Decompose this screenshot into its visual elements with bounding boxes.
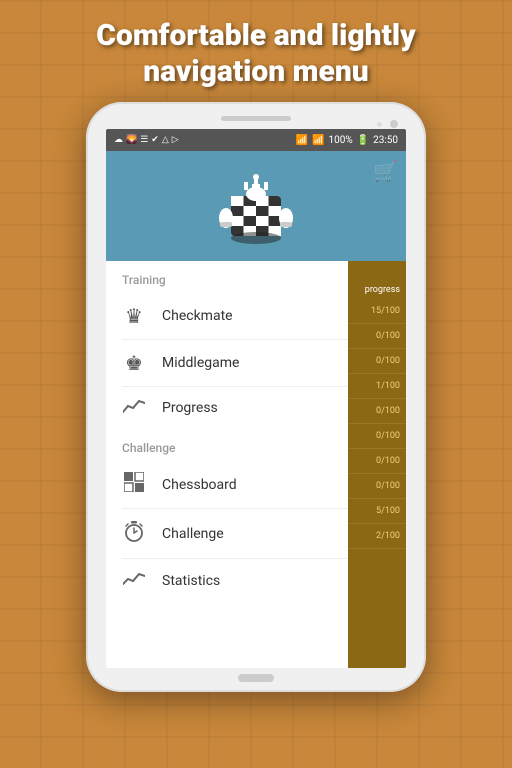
grid-icon: [122, 472, 146, 497]
phone-speaker: [221, 116, 291, 121]
timer-icon: [122, 520, 146, 547]
progress-header: progress: [348, 283, 406, 299]
chess-logo-svg: [206, 166, 306, 246]
battery-percent: 100%: [328, 135, 352, 146]
app-header: 🛒: [106, 151, 406, 261]
nav-menu: Training ♛ Checkmate ♚ Middlegame Progre…: [106, 261, 406, 668]
checkmate-label: Checkmate: [162, 308, 233, 324]
progress-item-3: 1/100: [348, 374, 406, 399]
clock: 23:50: [373, 135, 398, 146]
progress-item-2: 0/100: [348, 349, 406, 374]
middlegame-label: Middlegame: [162, 355, 239, 371]
king-icon: ♚: [122, 351, 146, 375]
phone-screen: ☁ 🌄 ☰ ✔ △ ▷ 📶 📶 100% 🔋 23:50: [106, 129, 406, 668]
challenge-label: Challenge: [162, 526, 224, 542]
header-line2: navigation menu: [143, 54, 368, 89]
progress-item-6: 0/100: [348, 449, 406, 474]
header-line1: Comfortable and lightly: [96, 18, 415, 53]
progress-item-8: 5/100: [348, 499, 406, 524]
progress-label: Progress: [162, 400, 218, 416]
phone-camera: [390, 120, 398, 128]
chess-logo: [206, 166, 306, 246]
status-icons-left: ☁ 🌄 ☰ ✔ △ ▷: [114, 135, 179, 145]
statistics-label: Statistics: [162, 573, 220, 589]
progress-item-5: 0/100: [348, 424, 406, 449]
queen-icon: ♛: [122, 304, 146, 328]
status-bar: ☁ 🌄 ☰ ✔ △ ▷ 📶 📶 100% 🔋 23:50: [106, 129, 406, 151]
phone-home-button[interactable]: [238, 674, 274, 682]
status-icons-right: 📶 📶 100% 🔋 23:50: [296, 135, 398, 146]
progress-item-7: 0/100: [348, 474, 406, 499]
progress-item-9: 2/100: [348, 524, 406, 549]
progress-item-1: 0/100: [348, 324, 406, 349]
chart-icon: [122, 398, 146, 418]
cart-button[interactable]: 🛒: [373, 159, 398, 183]
phone-mockup: ☁ 🌄 ☰ ✔ △ ▷ 📶 📶 100% 🔋 23:50: [86, 102, 426, 692]
chessboard-label: Chessboard: [162, 477, 237, 493]
phone-camera2: [377, 122, 382, 127]
progress-item-0: 15/100: [348, 299, 406, 324]
stats-icon: [122, 570, 146, 591]
progress-panel: progress 15/100 0/100 0/100 1/100 0/100 …: [348, 261, 406, 668]
progress-item-4: 0/100: [348, 399, 406, 424]
page-header: Comfortable and lightly navigation menu: [76, 0, 435, 102]
